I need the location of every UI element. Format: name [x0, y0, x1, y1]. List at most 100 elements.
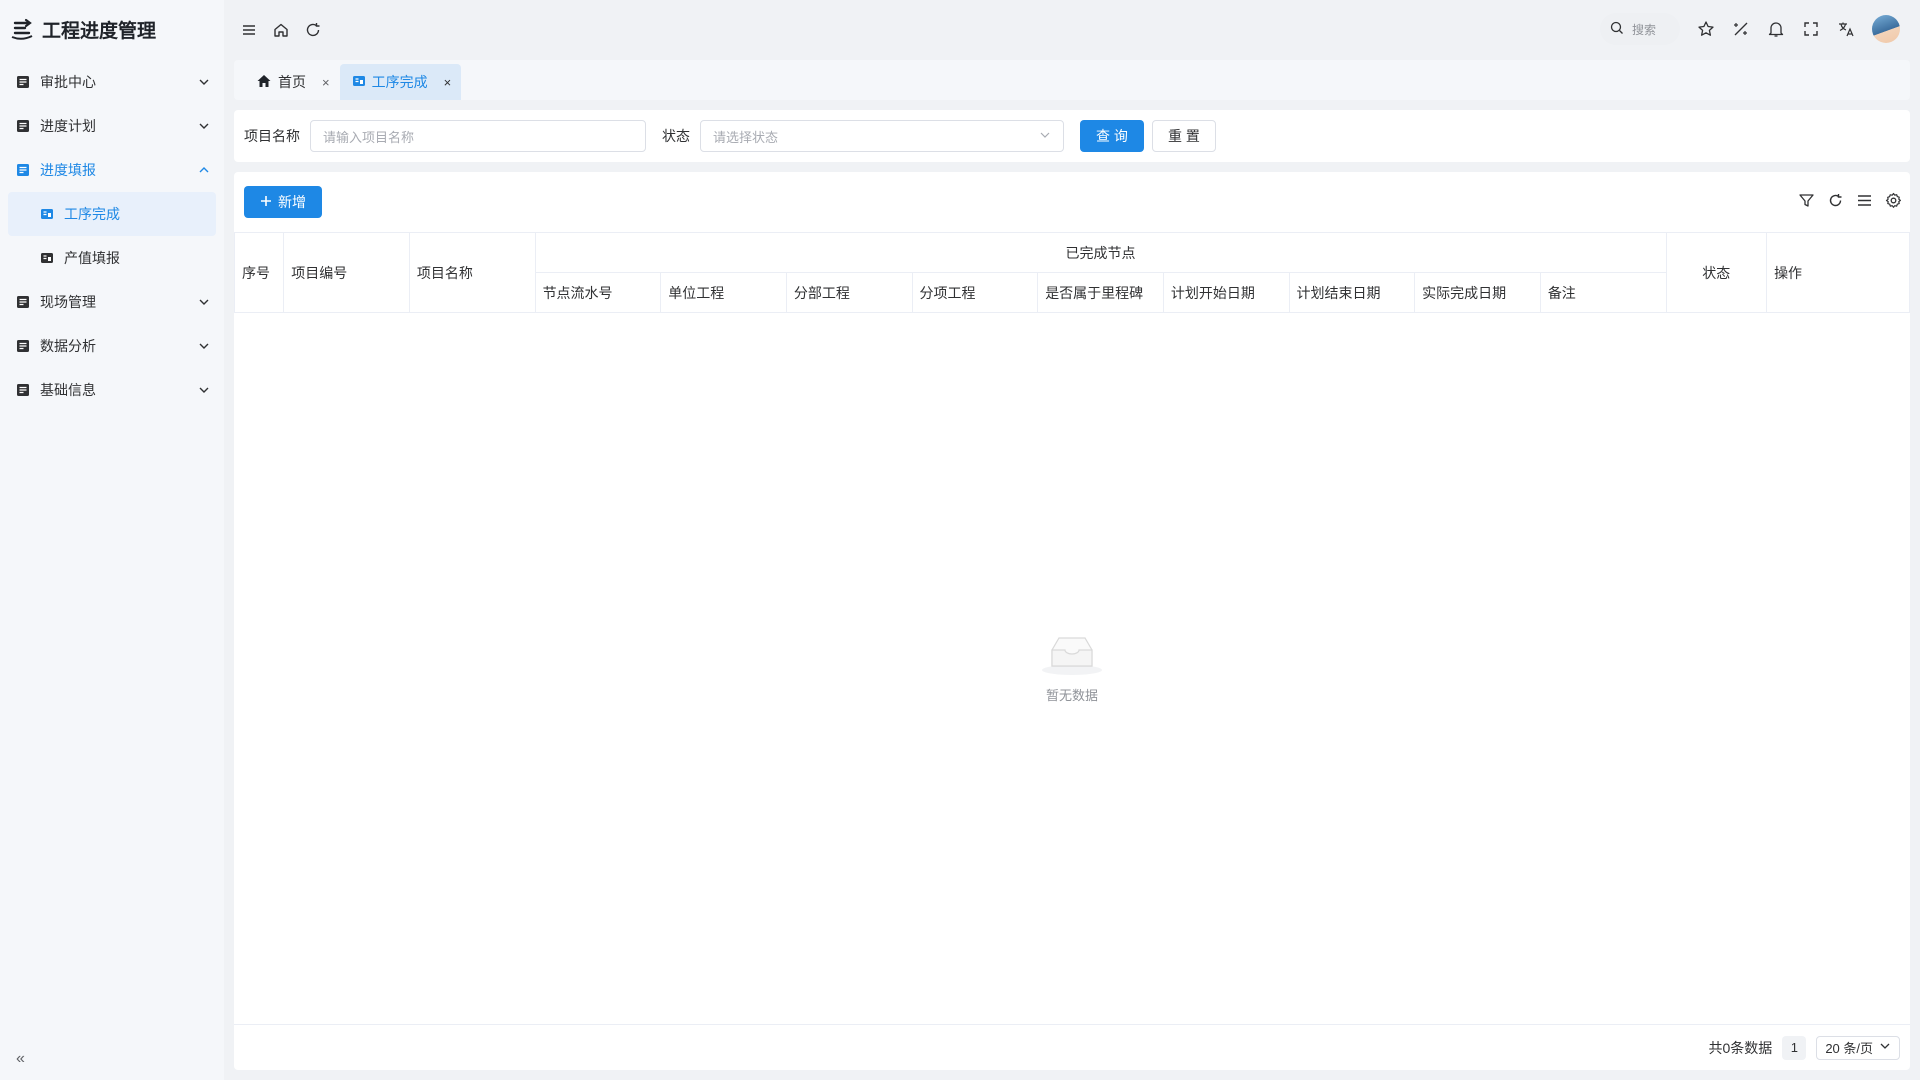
- close-icon[interactable]: ×: [444, 75, 452, 90]
- project-name-input[interactable]: 请输入项目名称: [310, 120, 646, 152]
- sidebar-menu: 审批中心 进度计划 进度填报 工序完成 产值填报 现场管理 数据分析 基础信息: [0, 60, 224, 412]
- table-panel: 新增 序号 项目编号 项目名称 已完成节点 状态 操作 节点流水号 单位工程 分…: [233, 172, 1910, 1070]
- table-header-row: 序号 项目编号 项目名称 已完成节点 状态 操作: [233, 232, 1910, 313]
- translate-icon[interactable]: [1837, 20, 1855, 38]
- data-table: 序号 项目编号 项目名称 已完成节点 状态 操作 节点流水号 单位工程 分部工程…: [233, 232, 1910, 313]
- column-header-project-code: 项目编号: [283, 232, 410, 313]
- project-name-placeholder: 请输入项目名称: [323, 129, 415, 145]
- chart-card-icon: [352, 74, 366, 91]
- column-header-plan-start: 计划开始日期: [1162, 272, 1290, 313]
- list-icon: [16, 383, 30, 397]
- sidebar-item-label: 现场管理: [40, 294, 96, 310]
- tab-label: 首页: [278, 74, 306, 90]
- chart-card-icon: [40, 251, 54, 265]
- gear-icon[interactable]: [1885, 192, 1902, 209]
- list-icon: [16, 295, 30, 309]
- home-icon[interactable]: [272, 21, 290, 39]
- topbar-left: [224, 21, 322, 39]
- user-avatar[interactable]: [1872, 15, 1900, 43]
- sidebar-item-output-report[interactable]: 产值填报: [0, 236, 224, 280]
- chevron-down-icon: [198, 296, 210, 308]
- theme-toggle-icon[interactable]: [1732, 20, 1750, 38]
- total-count: 共0条数据: [1708, 1039, 1773, 1056]
- chevron-down-icon: [1879, 1040, 1891, 1055]
- list-icon: [16, 163, 30, 177]
- sidebar-item-label: 工序完成: [64, 206, 120, 222]
- status-select[interactable]: 请选择状态: [700, 120, 1064, 152]
- filter-panel: 项目名称 请输入项目名称 状态 请选择状态 查 询 重 置: [234, 110, 1910, 162]
- column-header-status: 状态: [1665, 232, 1768, 313]
- close-icon[interactable]: ×: [322, 75, 330, 90]
- column-header-plan-end: 计划结束日期: [1288, 272, 1416, 313]
- column-header-project-name: 项目名称: [408, 232, 536, 313]
- global-search[interactable]: 搜索: [1600, 13, 1680, 45]
- density-icon[interactable]: [1856, 192, 1873, 209]
- tab-bar: 首页 × 工序完成 ×: [234, 60, 1910, 100]
- sidebar-item-basic-info[interactable]: 基础信息: [0, 368, 224, 412]
- topbar-right: 搜索: [1600, 13, 1900, 45]
- filter-icon[interactable]: [1798, 192, 1815, 209]
- sidebar-item-label: 基础信息: [40, 382, 96, 398]
- sidebar-item-data-analysis[interactable]: 数据分析: [0, 324, 224, 368]
- column-header-node-serial: 节点流水号: [534, 272, 662, 313]
- bell-icon[interactable]: [1767, 20, 1785, 38]
- sidebar: 工程进度管理 审批中心 进度计划 进度填报 工序完成 产值填报 现场管理 数据分…: [0, 0, 224, 1080]
- chevron-down-icon: [198, 340, 210, 352]
- column-header-is-milestone: 是否属于里程碑: [1037, 272, 1164, 313]
- refresh-icon[interactable]: [304, 21, 322, 39]
- sidebar-item-site-management[interactable]: 现场管理: [0, 280, 224, 324]
- list-icon: [16, 119, 30, 133]
- status-label: 状态: [662, 128, 690, 144]
- add-button-label: 新增: [278, 194, 306, 210]
- column-header-actions: 操作: [1766, 232, 1910, 313]
- menu-toggle-icon[interactable]: [240, 21, 258, 39]
- chevron-up-icon: [198, 164, 210, 176]
- sidebar-item-label: 进度填报: [40, 162, 96, 178]
- tab-home[interactable]: 首页 ×: [244, 64, 340, 100]
- sidebar-item-progress-plan[interactable]: 进度计划: [0, 104, 224, 148]
- column-header-unit-project: 单位工程: [660, 272, 787, 313]
- empty-state: 暂无数据: [234, 632, 1910, 704]
- column-header-seq: 序号: [233, 232, 285, 313]
- list-icon: [16, 339, 30, 353]
- chevron-down-icon: [198, 120, 210, 132]
- sidebar-submenu-progress-report: 工序完成 产值填报: [0, 192, 224, 280]
- tab-label: 工序完成: [371, 74, 428, 90]
- plus-icon: [260, 194, 272, 210]
- column-header-item-project: 分项工程: [911, 272, 1039, 313]
- add-button[interactable]: 新增: [244, 186, 322, 218]
- chevron-down-icon: [1039, 129, 1051, 144]
- sidebar-item-progress-report[interactable]: 进度填报: [0, 148, 224, 192]
- app-title: 工程进度管理: [42, 20, 157, 42]
- chevron-down-icon: [198, 76, 210, 88]
- fullscreen-icon[interactable]: [1802, 20, 1820, 38]
- query-button[interactable]: 查 询: [1080, 120, 1144, 152]
- sidebar-item-process-completion[interactable]: 工序完成: [8, 192, 216, 236]
- sidebar-item-label: 进度计划: [40, 118, 96, 134]
- page-size-select[interactable]: 20 条/页: [1816, 1035, 1900, 1060]
- empty-inbox-icon: [1040, 632, 1104, 679]
- topbar: 搜索: [224, 0, 1920, 60]
- column-header-division-project: 分部工程: [785, 272, 913, 313]
- chevron-down-icon: [198, 384, 210, 396]
- star-icon[interactable]: [1697, 20, 1715, 38]
- column-header-actual-finish: 实际完成日期: [1414, 272, 1541, 313]
- tab-process-completion[interactable]: 工序完成 ×: [339, 64, 462, 100]
- status-placeholder: 请选择状态: [713, 129, 779, 145]
- sidebar-item-label: 数据分析: [40, 338, 96, 354]
- sidebar-item-approval-center[interactable]: 审批中心: [0, 60, 224, 104]
- column-group-completed-nodes: 已完成节点: [534, 232, 1667, 273]
- table-toolbar: 新增: [234, 172, 1910, 232]
- search-placeholder: 搜索: [1632, 22, 1657, 37]
- column-header-remark: 备注: [1539, 272, 1667, 313]
- refresh-icon[interactable]: [1827, 192, 1844, 209]
- page-size-value: 20 条/页: [1825, 1041, 1873, 1056]
- project-name-label: 项目名称: [244, 128, 300, 144]
- reset-button[interactable]: 重 置: [1152, 120, 1216, 152]
- page-number-button[interactable]: 1: [1782, 1035, 1807, 1060]
- sidebar-collapse-button[interactable]: «: [16, 1050, 25, 1068]
- list-icon: [16, 75, 30, 89]
- empty-text: 暂无数据: [1045, 688, 1098, 703]
- sidebar-item-label: 审批中心: [40, 74, 96, 90]
- table-tool-icons: [1798, 192, 1902, 209]
